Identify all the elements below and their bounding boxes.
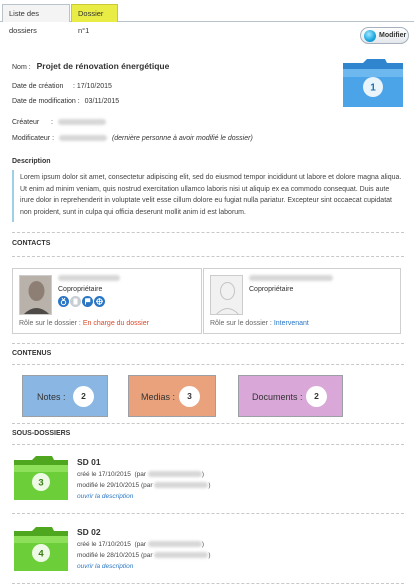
modificateur-name-redacted	[58, 135, 107, 142]
modify-button-label: Modifier	[379, 32, 407, 39]
sub-folder-modified: modifié le 28/10/2015 (par )	[77, 552, 211, 559]
tab-dossier-1[interactable]: Dossier n°1	[71, 4, 118, 35]
divider	[12, 513, 404, 514]
divider	[12, 423, 404, 424]
sub-folder-number: 3	[38, 478, 43, 489]
contact-dossier-role: Rôle sur le dossier : Intervenant	[210, 320, 309, 327]
modificateur-label: Modificateur :	[12, 135, 55, 142]
modificateur-note: (dernière personne à avoir modifié le do…	[111, 135, 253, 142]
notes-box[interactable]: Notes : 2	[22, 375, 108, 417]
nom-label: Nom :	[12, 64, 31, 71]
file-icon[interactable]	[70, 296, 81, 307]
modify-button[interactable]: Modifier	[360, 27, 409, 44]
documents-count: 2	[306, 386, 327, 407]
modification-date-value: 03/11/2015	[84, 98, 120, 105]
sub-folder-title[interactable]: SD 01	[77, 457, 101, 467]
open-description-link[interactable]: ouvrir la description	[77, 563, 133, 570]
folder-icon[interactable]: 4	[12, 525, 70, 573]
sub-folder-modified: modifié le 29/10/2015 (par )	[77, 482, 211, 489]
divider	[12, 583, 404, 584]
dossier-role-label: Rôle sur le dossier :	[19, 320, 81, 327]
dossier-role-value: En charge du dossier	[82, 320, 149, 327]
contact-actions	[58, 296, 106, 308]
modification-date-row: Date de modification : 03/11/2015	[12, 98, 119, 105]
documents-box[interactable]: Documents : 2	[238, 375, 343, 417]
notes-count: 2	[73, 386, 94, 407]
sub-folder-created: créé le 17/10/2015 (par )	[77, 471, 205, 478]
divider	[12, 343, 404, 344]
contacts-title: CONTACTS	[12, 240, 51, 247]
contact-role: Copropriétaire	[249, 286, 294, 293]
tab-bar: Liste des dossiers Dossier n°1	[0, 0, 414, 35]
wheel-icon[interactable]	[94, 296, 105, 307]
flag-icon[interactable]	[82, 296, 93, 307]
creation-date-label: Date de création	[12, 83, 64, 90]
dossier-name-row: Nom : Projet de rénovation énergétique	[12, 61, 169, 71]
modificateur-row: Modificateur : (dernière personne à avoi…	[12, 135, 253, 142]
documents-label: Documents :	[252, 392, 303, 402]
avatar	[19, 275, 52, 315]
contact-role: Copropriétaire	[58, 286, 103, 293]
description-title: Description	[12, 158, 51, 165]
description-text: Lorem ipsum dolor sit amet, consectetur …	[12, 170, 404, 222]
open-description-link[interactable]: ouvrir la description	[77, 493, 133, 500]
creation-date-row: Date de création	[12, 83, 63, 90]
folder-icon[interactable]: 3	[12, 454, 70, 502]
avatar-placeholder-icon	[210, 275, 243, 315]
sub-folder-number: 4	[38, 549, 44, 560]
medias-label: Medias :	[141, 392, 176, 402]
contact-card[interactable]: Copropriétaire Rôle sur le dossier : En …	[12, 268, 202, 334]
folder-number: 1	[370, 83, 376, 94]
dossier-role-value: Intervenant	[273, 320, 309, 327]
divider	[12, 444, 404, 445]
createur-label: Créateur	[12, 119, 40, 126]
contenus-title: CONTENUS	[12, 350, 52, 357]
contact-name-redacted	[249, 275, 333, 282]
dossier-role-label: Rôle sur le dossier :	[210, 320, 272, 327]
creation-date-value: : 17/10/2015	[73, 83, 112, 90]
createur-sep: :	[51, 119, 53, 126]
createur-row: Créateur	[12, 119, 39, 126]
divider	[12, 232, 404, 233]
sub-folder-created: créé le 17/10/2015 (par )	[77, 541, 205, 548]
createur-value-row: :	[51, 119, 106, 126]
divider	[12, 364, 404, 365]
tab-liste-dossiers[interactable]: Liste des dossiers	[2, 4, 70, 35]
dossier-title: Projet de rénovation énergétique	[36, 61, 170, 71]
contact-name-redacted	[58, 275, 120, 282]
notes-label: Notes :	[37, 392, 66, 402]
sub-folder-title[interactable]: SD 02	[77, 527, 101, 537]
modification-date-label: Date de modification :	[12, 98, 80, 105]
sous-dossiers-title: SOUS-DOSSIERS	[12, 430, 71, 437]
medias-count: 3	[179, 386, 200, 407]
contact-dossier-role: Rôle sur le dossier : En charge du dossi…	[19, 320, 149, 327]
medias-box[interactable]: Medias : 3	[128, 375, 216, 417]
createur-name-redacted	[57, 119, 106, 126]
folder-icon: 1	[343, 59, 403, 107]
circle-icon	[364, 30, 376, 42]
contact-card[interactable]: Copropriétaire Rôle sur le dossier : Int…	[203, 268, 401, 334]
medal-icon[interactable]	[58, 296, 69, 307]
divider	[12, 256, 404, 257]
